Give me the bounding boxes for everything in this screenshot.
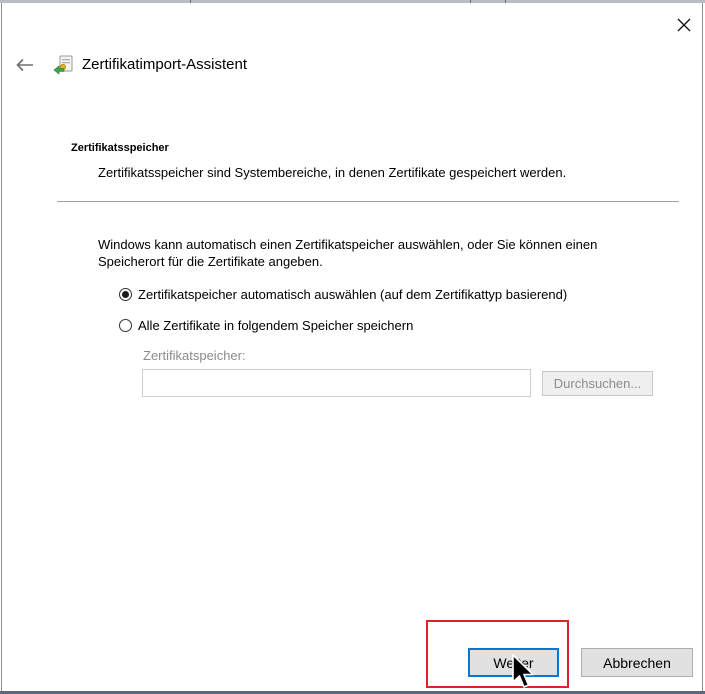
section-description: Zertifikatsspeicher sind Systembereiche,… xyxy=(98,165,567,180)
radio-button-selected[interactable] xyxy=(119,288,132,301)
certificate-icon xyxy=(53,55,73,75)
wizard-window: Zertifikatimport-Assistent Zertifikatssp… xyxy=(1,3,703,692)
radio-manual-store-label: Alle Zertifikate in folgendem Speicher s… xyxy=(138,318,414,333)
intro-text: Windows kann automatisch einen Zertifika… xyxy=(98,237,598,269)
radio-button[interactable] xyxy=(119,319,132,332)
close-button[interactable] xyxy=(666,11,702,39)
back-button[interactable] xyxy=(12,53,38,77)
close-icon xyxy=(677,18,691,32)
next-button[interactable]: Weiter xyxy=(468,648,559,677)
radio-auto-store-label: Zertifikatspeicher automatisch auswählen… xyxy=(138,287,568,302)
wizard-title: Zertifikatimport-Assistent xyxy=(82,56,248,73)
section-title: Zertifikatsspeicher xyxy=(71,142,169,154)
store-input[interactable] xyxy=(142,369,531,397)
browse-button[interactable]: Durchsuchen... xyxy=(542,371,653,396)
cancel-button[interactable]: Abbrechen xyxy=(581,648,693,677)
back-arrow-icon xyxy=(16,58,33,72)
radio-manual-store[interactable]: Alle Zertifikate in folgendem Speicher s… xyxy=(119,318,413,333)
header-divider xyxy=(57,201,679,202)
radio-auto-store[interactable]: Zertifikatspeicher automatisch auswählen… xyxy=(119,287,567,302)
store-field-label: Zertifikatspeicher: xyxy=(143,348,246,363)
